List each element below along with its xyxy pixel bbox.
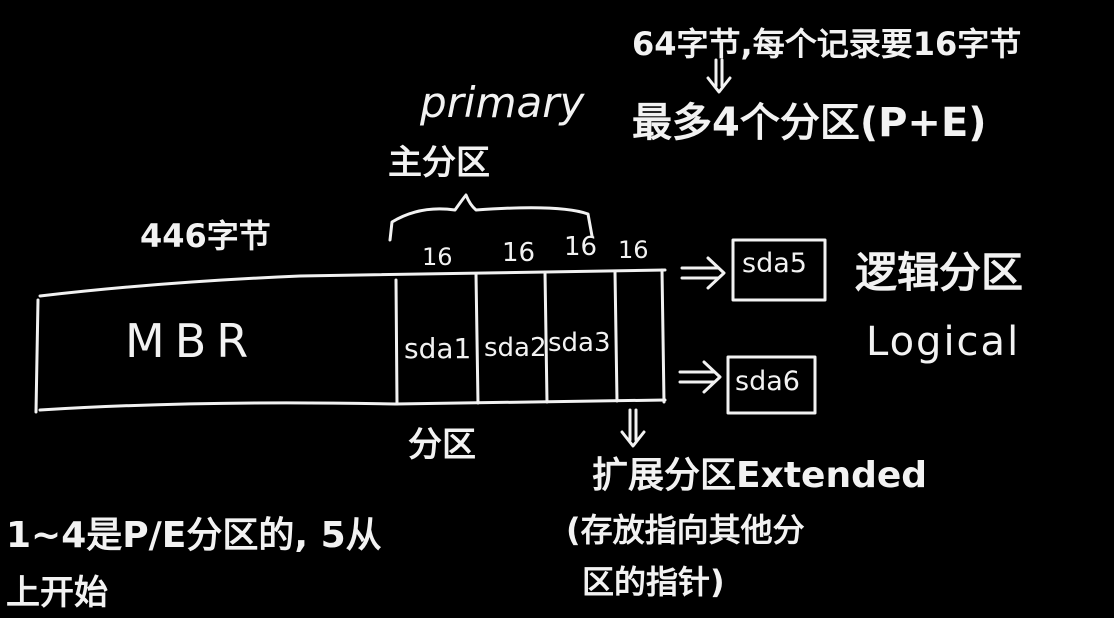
logical-partition-sda6: sda6 [735,366,800,397]
mbr-strip-bottom-edge [38,398,667,412]
numbering-note-line1: 1~4是P/E分区的, 5从 [6,515,382,556]
arrow-to-extended [620,408,646,448]
partition-divider-4 [613,270,619,403]
partition-entry-sda3: sda3 [548,328,611,358]
record-size-note: 64字节,每个记录要16字节 [632,25,1022,63]
primary-brace [388,193,594,242]
entry-size-3: 16 [564,232,598,262]
entry-size-4: 16 [618,236,649,264]
arrow-to-sda6 [678,360,722,394]
extended-label: 扩展分区Extended [592,455,928,496]
primary-cn-label: 主分区 [388,143,490,183]
numbering-note-line2: 上开始 [6,573,108,613]
partition-divider-1 [394,278,399,406]
max-partitions-note: 最多4个分区(P+E) [632,100,987,146]
mbr-label: MBR [125,314,259,368]
arrow-to-sda5 [680,256,726,290]
mbr-strip-right-edge [660,268,666,404]
logical-partition-sda5: sda5 [742,248,807,279]
partition-entry-sda2: sda2 [484,333,547,363]
partition-divider-2 [474,272,480,405]
partition-entry-sda1: sda1 [404,332,472,365]
primary-label: primary [420,78,585,127]
extended-note-line2: 区的指针) [582,563,725,601]
logical-en-label: Logical [866,319,1021,365]
logical-cn-label: 逻辑分区 [855,248,1024,297]
entry-size-1: 16 [422,243,453,271]
mbr-strip-top-edge [38,268,667,298]
entry-size-2: 16 [502,238,536,268]
arrow-note [706,58,732,94]
partition-label: 分区 [408,425,476,465]
mbr-size-label: 446字节 [140,217,271,255]
extended-note-line1: (存放指向其他分 [566,511,805,549]
mbr-strip-left-edge [34,298,40,414]
